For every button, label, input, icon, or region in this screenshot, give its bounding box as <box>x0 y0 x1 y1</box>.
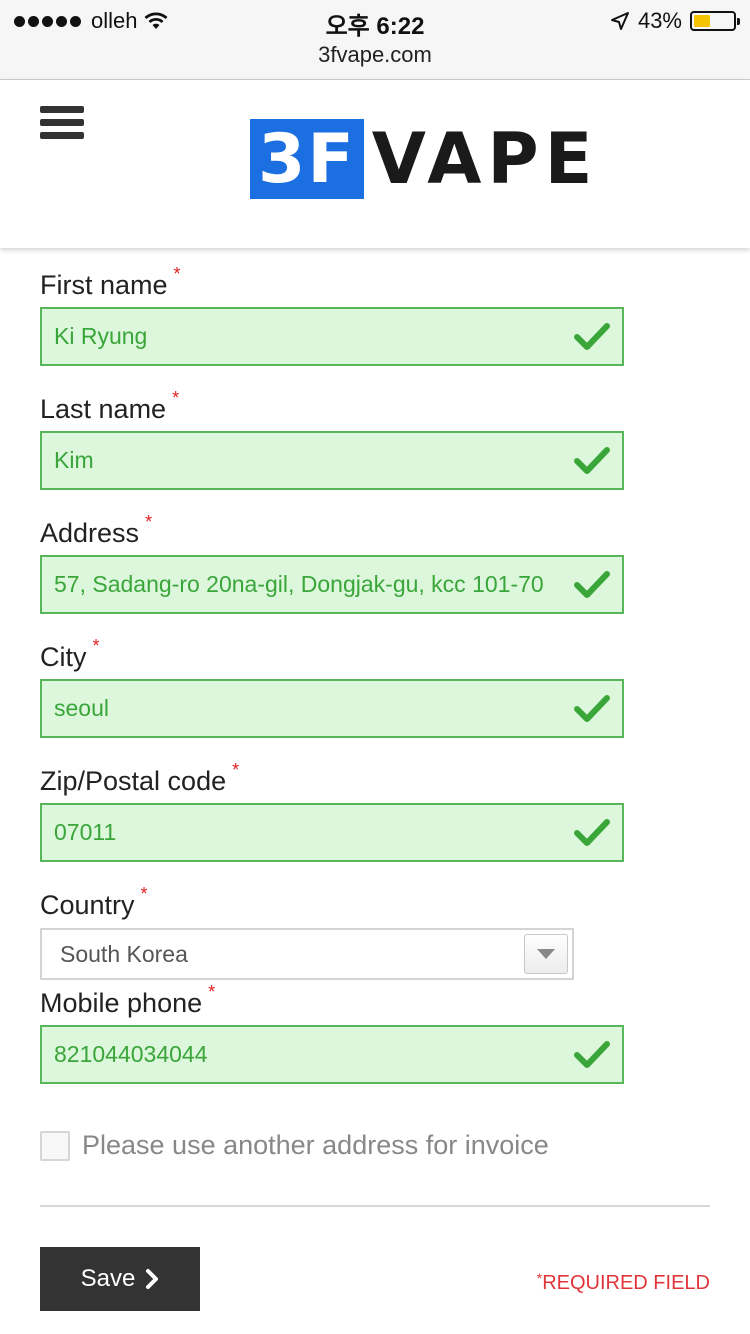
last-name-label: Last name * <box>40 388 180 424</box>
battery-icon <box>690 11 740 31</box>
checkmark-icon <box>574 571 610 598</box>
checkmark-icon <box>574 695 610 722</box>
country-label: Country * <box>40 884 148 920</box>
last-name-value: Kim <box>54 447 94 473</box>
first-name-label: First name * <box>40 264 181 300</box>
address-value: 57, Sadang-ro 20na-gil, Dongjak-gu, kcc … <box>54 571 544 597</box>
country-select[interactable]: South Korea <box>40 928 574 980</box>
site-header: 3F VAPE <box>0 80 750 248</box>
required-marker: * <box>208 982 216 1002</box>
site-logo[interactable]: 3F VAPE <box>250 118 599 200</box>
mobile-phone-value: 821044034044 <box>54 1041 208 1067</box>
mobile-phone-label: Mobile phone * <box>40 982 216 1018</box>
chevron-down-icon <box>537 949 555 959</box>
battery-percent: 43% <box>637 8 682 33</box>
checkmark-icon <box>574 323 610 350</box>
status-right: 43% <box>610 8 740 34</box>
hamburger-menu-icon[interactable] <box>40 106 84 144</box>
logo-box: 3F <box>250 119 364 199</box>
first-name-input[interactable]: Ki Ryung <box>40 307 624 366</box>
required-marker: * <box>173 264 181 284</box>
required-marker: * <box>172 388 180 408</box>
required-marker: * <box>232 760 240 780</box>
zip-label: Zip/Postal code * <box>40 760 240 796</box>
battery-level <box>694 15 711 27</box>
country-selected-value: South Korea <box>60 940 188 967</box>
address-label: Address * <box>40 512 153 548</box>
first-name-value: Ki Ryung <box>54 323 148 349</box>
zip-input[interactable]: 07011 <box>40 803 624 862</box>
city-label: City * <box>40 636 100 672</box>
zip-value: 07011 <box>54 819 117 845</box>
checkmark-icon <box>574 447 610 474</box>
checkmark-icon <box>574 1041 610 1068</box>
last-name-input[interactable]: Kim <box>40 431 624 490</box>
checkmark-icon <box>574 819 610 846</box>
required-marker: * <box>140 884 148 904</box>
invoice-address-option[interactable]: Please use another address for invoice <box>40 1130 549 1161</box>
divider <box>40 1205 710 1207</box>
required-marker: * <box>92 636 100 656</box>
save-button-label: Save <box>80 1265 136 1292</box>
invoice-address-checkbox[interactable] <box>40 1130 70 1161</box>
dropdown-button[interactable] <box>524 934 568 974</box>
required-field-note: *REQUIRED FIELD <box>536 1270 710 1294</box>
required-marker: * <box>536 1270 543 1286</box>
save-button[interactable]: Save <box>40 1247 200 1311</box>
city-value: seoul <box>54 695 109 721</box>
chevron-right-icon <box>146 1269 159 1289</box>
status-bar: olleh 오후 6:22 43% 3fvape.com <box>0 0 750 80</box>
invoice-address-label[interactable]: Please use another address for invoice <box>82 1130 549 1161</box>
mobile-phone-input[interactable]: 821044034044 <box>40 1025 624 1084</box>
location-arrow-icon <box>610 12 629 30</box>
city-input[interactable]: seoul <box>40 679 624 738</box>
url-bar[interactable]: 3fvape.com <box>0 42 750 68</box>
address-input[interactable]: 57, Sadang-ro 20na-gil, Dongjak-gu, kcc … <box>40 555 624 614</box>
logo-text: VAPE <box>371 118 599 200</box>
required-marker: * <box>145 512 153 532</box>
